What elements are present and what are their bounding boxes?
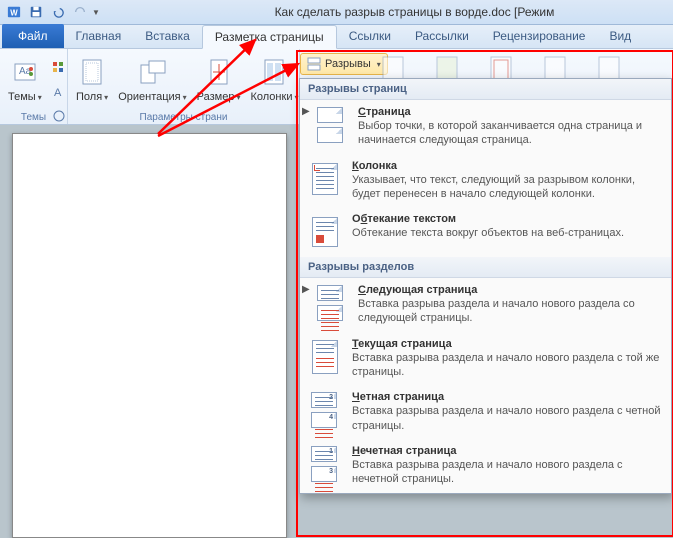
menu-item-desc: Обтекание текста вокруг объектов на веб-…: [352, 226, 663, 240]
save-icon[interactable]: [26, 3, 46, 21]
undo-icon[interactable]: [48, 3, 68, 21]
menu-item-desc: Вставка разрыва раздела и начало нового …: [352, 404, 663, 433]
tab-references[interactable]: Ссылки: [337, 24, 403, 48]
menu-item-desc: Вставка разрыва раздела и начало нового …: [358, 297, 663, 326]
menu-item-desc: Выбор точки, в которой заканчивается одн…: [358, 119, 663, 148]
orientation-label: Ориентация: [118, 91, 180, 103]
size-button[interactable]: Размер▾: [193, 55, 245, 105]
menu-item-odd-page[interactable]: 1 3 Нечетная страница Вставка разрыва ра…: [300, 439, 671, 493]
theme-colors-button[interactable]: [48, 57, 70, 79]
text-wrapping-icon: [308, 213, 342, 251]
breaks-label: Разрывы: [325, 58, 371, 70]
breaks-icon: [307, 57, 321, 71]
menu-item-text-wrapping[interactable]: Обтекание текстом Обтекание текста вокру…: [300, 207, 671, 257]
odd-page-section-icon: 1 3: [308, 445, 342, 483]
breaks-dropdown-menu: Разрывы страниц ▶ Страница Выбор точки, …: [299, 78, 672, 494]
menu-item-desc: Указывает, что текст, следующий за разры…: [352, 173, 663, 202]
next-page-section-icon: [314, 284, 348, 322]
menu-selector-icon: ▶: [302, 106, 308, 117]
menu-item-desc: Вставка разрыва раздела и начало нового …: [352, 458, 663, 487]
breaks-button[interactable]: Разрывы ▾: [300, 53, 388, 75]
margins-icon: [76, 57, 108, 89]
columns-label: Колонки: [250, 91, 292, 103]
menu-item-continuous[interactable]: Текущая страница Вставка разрыва раздела…: [300, 332, 671, 386]
quick-access-toolbar: W ▼: [4, 3, 100, 21]
ribbon-tabs: Файл Главная Вставка Разметка страницы С…: [0, 25, 673, 49]
continuous-section-icon: [308, 338, 342, 376]
orientation-icon: [136, 57, 168, 89]
margins-button[interactable]: Поля▾: [72, 55, 112, 105]
menu-item-next-page[interactable]: ▶ Следующая страница Вставка разрыва раз…: [300, 278, 671, 332]
page-break-icon: [314, 106, 348, 144]
themes-label: Темы: [8, 91, 36, 103]
columns-button[interactable]: Колонки▾: [246, 55, 302, 105]
tab-home[interactable]: Главная: [64, 24, 134, 48]
menu-selector-icon: ▶: [302, 284, 308, 295]
menu-section-page-breaks: Разрывы страниц: [300, 79, 671, 100]
orientation-button[interactable]: Ориентация▾: [114, 55, 190, 105]
themes-button[interactable]: Aa Темы▾: [4, 55, 46, 105]
even-page-section-icon: 2 4: [308, 391, 342, 429]
tab-view[interactable]: Вид: [597, 24, 643, 48]
menu-item-desc: Вставка разрыва раздела и начало нового …: [352, 351, 663, 380]
tab-file[interactable]: Файл: [2, 24, 64, 48]
columns-icon: [258, 57, 290, 89]
size-label: Размер: [197, 91, 235, 103]
group-themes: Aa Темы▾ A Темы: [0, 49, 68, 124]
word-app-icon[interactable]: W: [4, 3, 24, 21]
themes-icon: Aa: [9, 57, 41, 89]
theme-fonts-button[interactable]: A: [48, 81, 70, 103]
group-label-page-setup: Параметры страни: [68, 112, 299, 123]
qat-customize-icon[interactable]: ▼: [92, 8, 100, 17]
group-label-themes: Темы: [0, 112, 67, 123]
menu-item-page[interactable]: ▶ Страница Выбор точки, в которой заканч…: [300, 100, 671, 154]
tab-page-layout[interactable]: Разметка страницы: [202, 25, 337, 49]
window-title: Как сделать разрыв страницы в ворде.doc …: [100, 5, 669, 19]
menu-section-section-breaks: Разрывы разделов: [300, 257, 671, 278]
document-page[interactable]: [12, 133, 287, 538]
tab-mailings[interactable]: Рассылки: [403, 24, 481, 48]
tab-review[interactable]: Рецензирование: [481, 24, 598, 48]
redo-icon[interactable]: [70, 3, 90, 21]
column-break-icon: [308, 160, 342, 198]
margins-label: Поля: [76, 91, 102, 103]
menu-item-column[interactable]: Колонка Указывает, что текст, следующий …: [300, 154, 671, 208]
size-icon: [203, 57, 235, 89]
svg-text:A: A: [54, 87, 62, 99]
tab-insert[interactable]: Вставка: [133, 24, 202, 48]
title-bar: W ▼ Как сделать разрыв страницы в ворде.…: [0, 0, 673, 25]
group-page-setup: Поля▾ Ориентация▾ Размер▾ Колонки▾ Парам…: [68, 49, 300, 124]
svg-text:W: W: [10, 9, 18, 18]
menu-item-even-page[interactable]: 2 4 Четная страница Вставка разрыва разд…: [300, 385, 671, 439]
